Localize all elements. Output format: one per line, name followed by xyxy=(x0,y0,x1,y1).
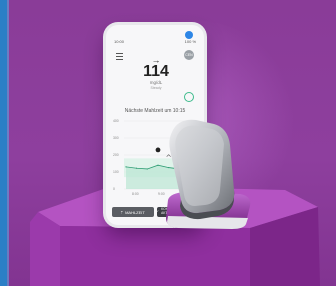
product-scene: 10:00 100 % CEN → 114 mg/dL Steady Nächs… xyxy=(0,0,336,286)
sensor-devices xyxy=(166,119,251,230)
